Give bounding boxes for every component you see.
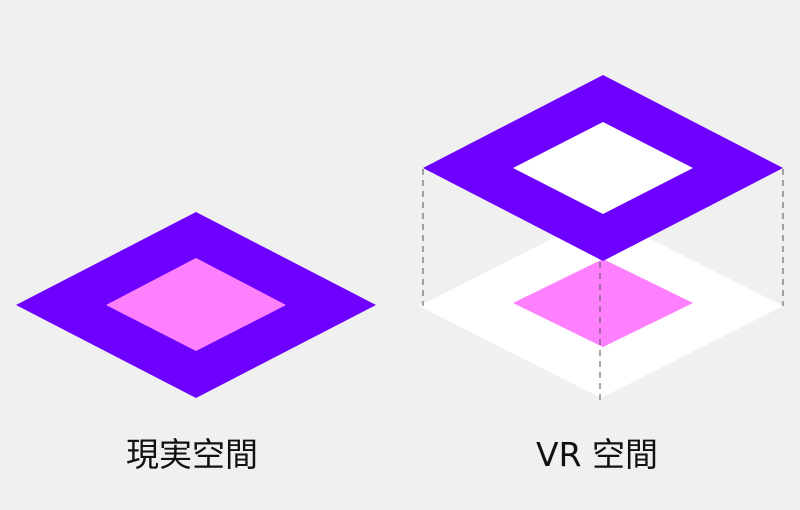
vr-space-caption: VR 空間 [536,435,658,474]
real-space-caption: 現実空間 [126,435,258,474]
real-space-diagram [16,212,376,398]
diagram-canvas: 現実空間 VR 空間 [16,75,784,474]
vr-space-diagram [419,75,784,404]
